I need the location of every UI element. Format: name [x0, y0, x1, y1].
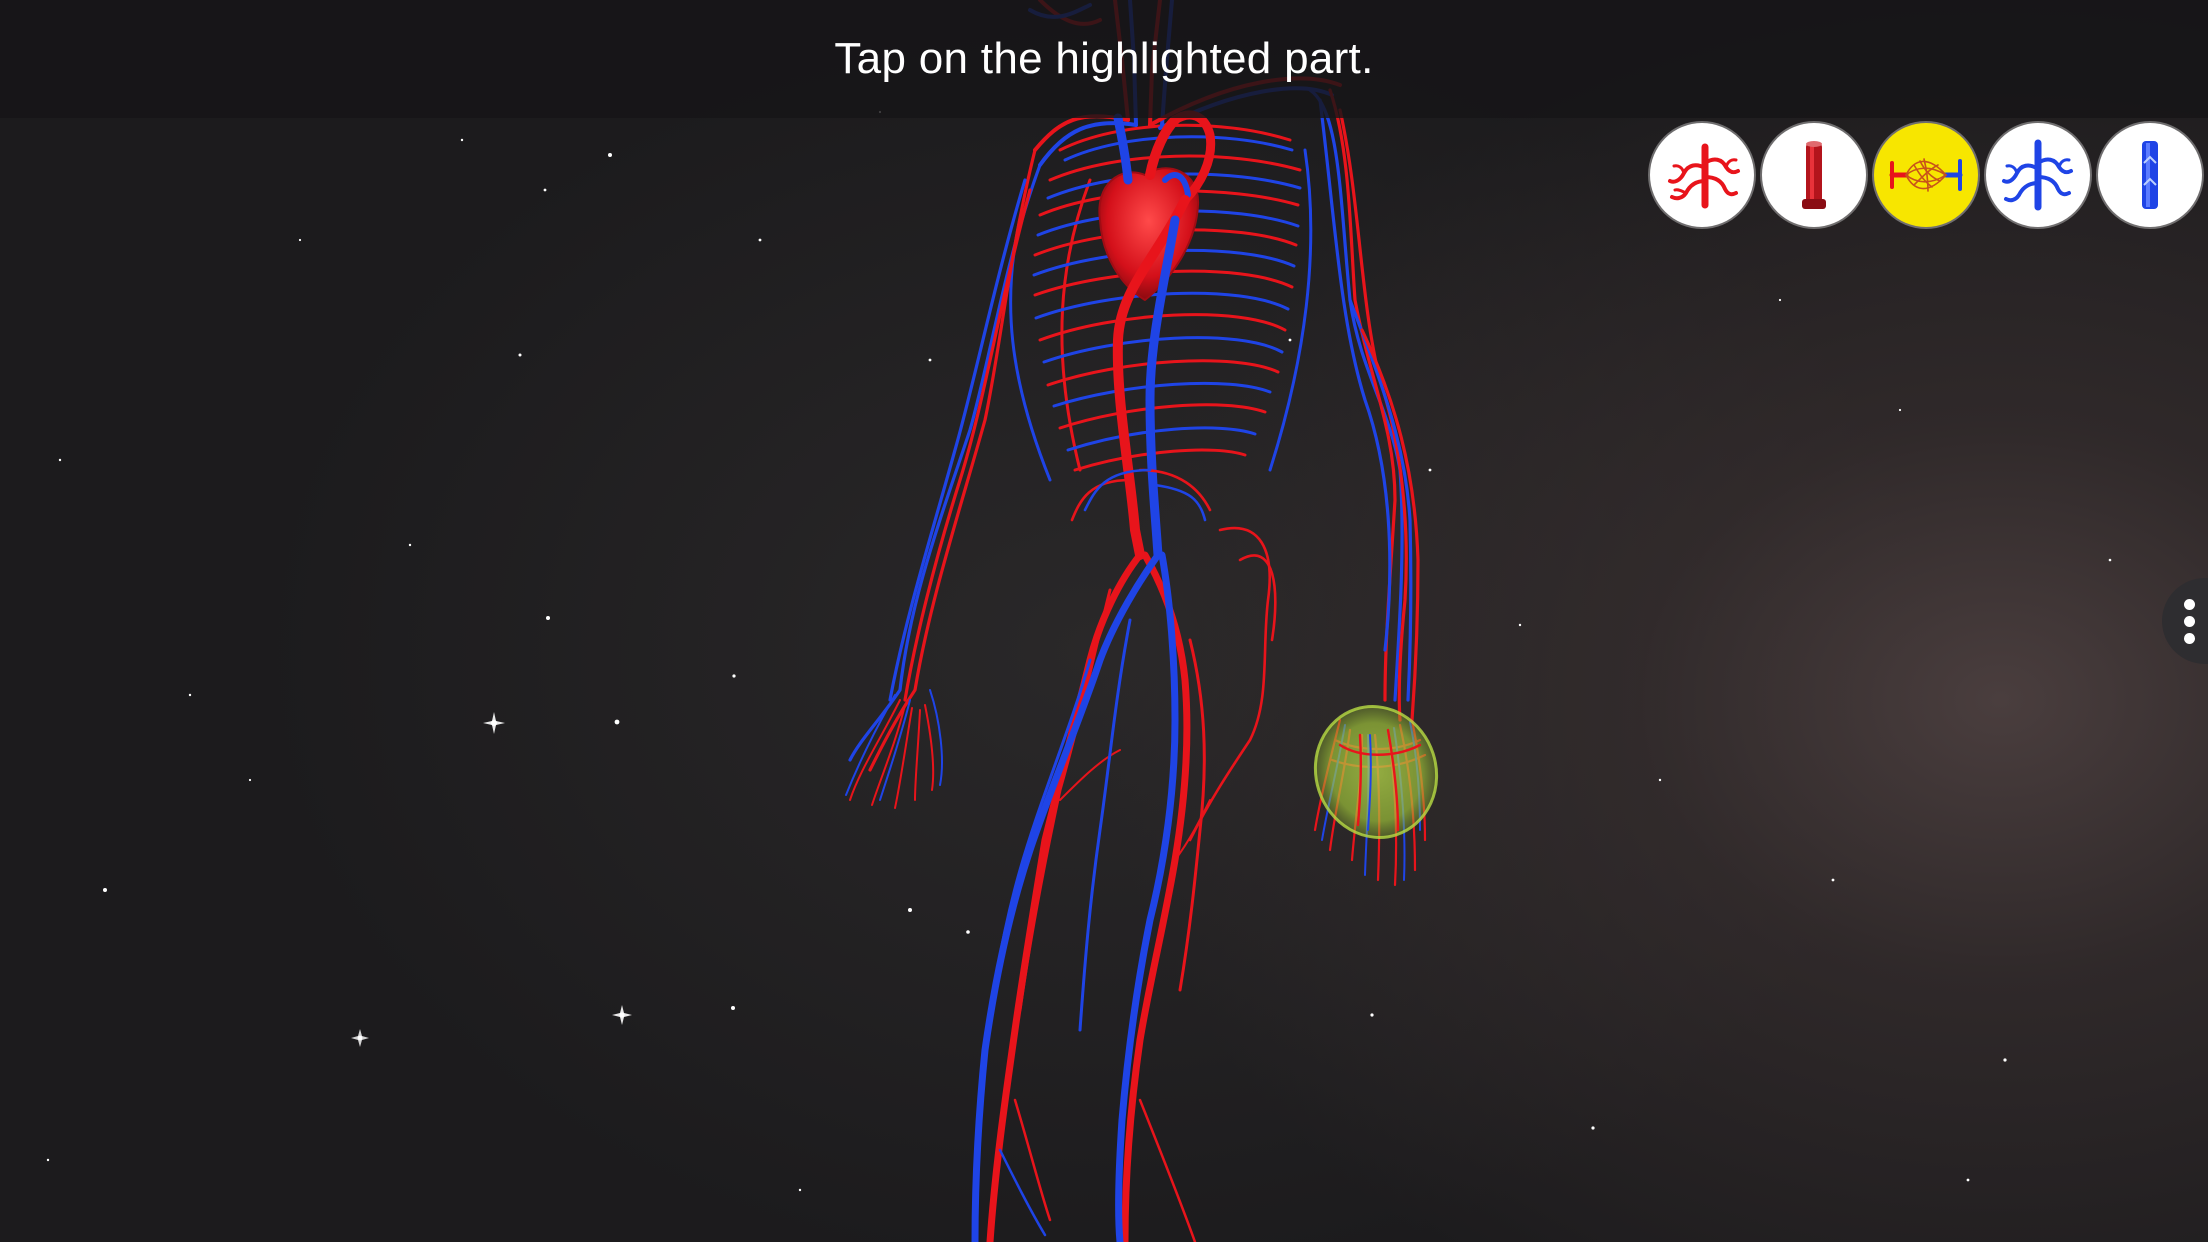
vein-branch-button[interactable]: [1986, 123, 2090, 227]
capillary-bed-icon: [1889, 158, 1963, 192]
instruction-text: Tap on the highlighted part.: [834, 34, 1374, 83]
viewport-3d[interactable]: Tap on the highlighted part.: [0, 0, 2208, 1242]
more-dot: [2183, 615, 2195, 627]
leg-veins: [971, 551, 1179, 1242]
more-dot: [2183, 632, 2195, 644]
artery-tube-button[interactable]: [1762, 123, 1866, 227]
left-arm-vessels: [1308, 88, 1420, 722]
artery-branch-icon: [1668, 143, 1740, 209]
vein-tube-button[interactable]: [2098, 123, 2202, 227]
vein-branch-icon: [2002, 139, 2073, 211]
highlighted-hand-target[interactable]: [1299, 691, 1454, 854]
more-dots-icon: [2183, 598, 2195, 610]
right-arm-vessels: [845, 148, 1042, 809]
vein-tube-icon: [2142, 141, 2158, 209]
vessel-type-toolbar: [1650, 123, 2202, 227]
capillary-bed-button[interactable]: [1874, 123, 1978, 227]
instruction-banner: Tap on the highlighted part.: [0, 0, 2208, 118]
artery-tube-icon: [1802, 141, 1826, 209]
vessel-network[interactable]: [845, 0, 1427, 1242]
artery-branch-button[interactable]: [1650, 123, 1754, 227]
